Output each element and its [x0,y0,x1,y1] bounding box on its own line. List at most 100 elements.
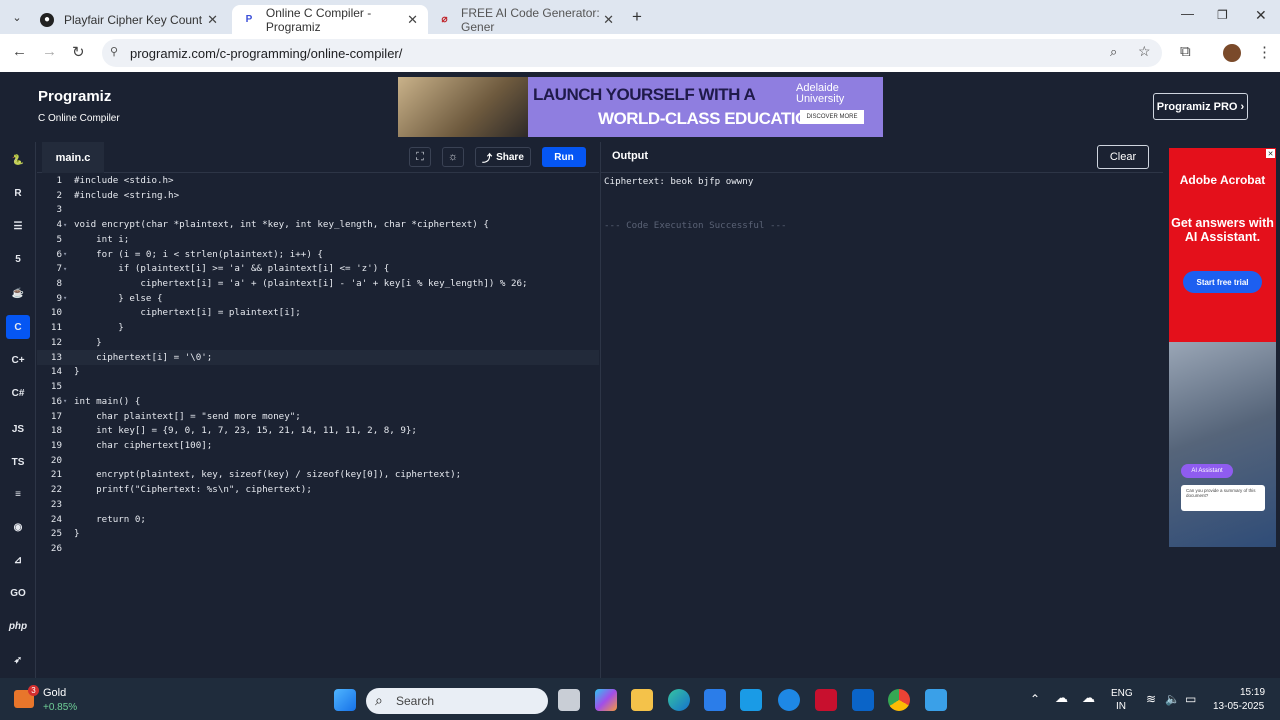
c-icon[interactable]: C [6,315,30,339]
code-line[interactable]: 5 int i; [37,232,599,247]
code-line[interactable]: 21 encrypt(plaintext, key, sizeof(key) /… [37,467,599,482]
kotlin-icon[interactable]: php [6,614,30,638]
close-tab-icon[interactable]: ✕ [603,12,614,28]
programiz-pro-button[interactable]: Programiz PRO › [1153,93,1248,120]
share-button[interactable]: ⤴ Share [475,147,531,167]
clock-date[interactable]: 13-05-2025 [1213,701,1264,712]
close-tab-icon[interactable]: ✕ [407,12,418,28]
task-view-icon[interactable] [558,689,580,711]
fold-arrow-icon[interactable]: ▾ [63,294,67,302]
wifi-icon[interactable]: ≋ [1146,692,1156,706]
go-icon[interactable]: ≡ [6,482,30,506]
fold-arrow-icon[interactable]: ▾ [63,265,67,273]
ad-banner[interactable]: LAUNCH YOURSELF WITH A WORLD-CLASS EDUCA… [398,77,883,137]
code-line[interactable]: 18 int key[] = {9, 0, 1, 7, 23, 15, 21, … [37,423,599,438]
cpp-icon[interactable]: C+ [6,348,30,372]
code-line[interactable]: 2 #include <string.h> [37,188,599,203]
ad-cta-button[interactable]: Start free trial [1183,271,1262,293]
back-icon[interactable]: ← [12,43,27,60]
windows-start-icon[interactable] [334,689,356,711]
code-line[interactable]: 12 } [37,335,599,350]
reload-icon[interactable]: ↻ [72,43,85,61]
outlook-icon[interactable] [852,689,874,711]
fold-arrow-icon[interactable]: ▾ [63,221,67,229]
clear-button[interactable]: Clear [1097,145,1149,169]
banner-cta-button[interactable]: DISCOVER MORE [800,110,864,124]
code-line[interactable]: 3 [37,202,599,217]
code-line[interactable]: 10 ciphertext[i] = plaintext[i]; [37,305,599,320]
ts-icon[interactable]: TS [6,450,30,474]
swift-icon[interactable]: ⊿ [6,548,30,572]
code-line[interactable]: 9 ▾ } else { [37,291,599,306]
edge-icon[interactable] [668,689,690,711]
theme-toggle-icon[interactable]: ☼ [442,147,464,167]
ad-close-icon[interactable]: ✕ [1266,149,1275,158]
code-line[interactable]: 25} [37,526,599,541]
code-line[interactable]: 15 [37,379,599,394]
close-window-icon[interactable]: ✕ [1255,7,1267,24]
restore-icon[interactable]: ❐ [1217,8,1228,22]
browser-tab-playfair[interactable]: ● Playfair Cipher Key Count ✕ [30,5,228,34]
swift2-icon[interactable]: ➶ [6,648,30,672]
language-code[interactable]: ENG [1111,688,1133,699]
code-line[interactable]: 16 ▾ int main() { [37,394,599,409]
code-line[interactable]: 4 ▾ void encrypt(char *plaintext, int *key… [37,217,599,232]
chrome-icon[interactable] [888,689,910,711]
address-bar[interactable]: ⚲ programiz.com/c-programming/online-com… [102,39,1162,67]
code-editor[interactable]: 1 #include <stdio.h> 2 #include <string.h> 3… [37,173,599,678]
volume-icon[interactable]: 🔈 [1165,692,1180,706]
store-icon[interactable] [704,689,726,711]
site-info-icon[interactable]: ⚲ [110,45,118,58]
code-line[interactable]: 26 [37,541,599,556]
code-line[interactable]: 7 ▾ if (plaintext[i] >= 'a' && plaintext[… [37,261,599,276]
js-icon[interactable]: JS [6,417,30,441]
r-icon[interactable]: R [6,181,30,205]
output-panel[interactable]: Ciphertext: beok bjfp owwny --- Code Exe… [600,173,1163,678]
copilot-icon[interactable] [595,689,617,711]
zoom-icon[interactable]: ⌕ [1110,44,1117,60]
programiz-logo[interactable]: Programiz [38,88,111,105]
python-icon[interactable]: 🐍 [6,148,30,172]
fullscreen-icon[interactable]: ⛶ [409,147,431,167]
code-line[interactable]: 22 printf("Ciphertext: %s\n", ciphertext… [37,482,599,497]
close-tab-icon[interactable]: ✕ [207,12,218,28]
code-line[interactable]: 6 ▾ for (i = 0; i < strlen(plaintext); i+… [37,247,599,262]
cloud-icon[interactable]: ☁ [1082,690,1095,706]
onedrive-icon[interactable]: ☁ [1055,690,1068,706]
language-region[interactable]: IN [1116,701,1126,712]
code-line[interactable]: 1 #include <stdio.h> [37,173,599,188]
php-icon[interactable]: ◉ [6,515,30,539]
tips-icon[interactable] [778,689,800,711]
mcafee-icon[interactable] [815,689,837,711]
rust-icon[interactable]: GO [6,581,30,605]
code-line[interactable]: 19 char ciphertext[100]; [37,438,599,453]
forward-icon[interactable]: → [42,43,57,60]
file-explorer-icon[interactable] [631,689,653,711]
menu-kebab-icon[interactable]: ⋮ [1257,43,1272,61]
tab-search-button[interactable]: ⌄ [8,8,26,26]
extensions-icon[interactable]: ⧉ [1180,43,1191,60]
battery-icon[interactable]: ▭ [1185,692,1196,706]
fold-arrow-icon[interactable]: ▾ [63,397,67,405]
browser-tab-programiz[interactable]: P Online C Compiler - Programiz ✕ [232,5,428,34]
clock-time[interactable]: 15:19 [1240,687,1265,698]
photos-icon[interactable] [925,689,947,711]
code-line[interactable]: 14} [37,364,599,379]
run-button[interactable]: Run [542,147,586,167]
csharp-icon[interactable]: C# [6,381,30,405]
code-line[interactable]: 23 [37,497,599,512]
code-line[interactable]: 8 ciphertext[i] = 'a' + (plaintext[i] - … [37,276,599,291]
browser-tab-ai-generator[interactable]: ⌀ FREE AI Code Generator: Gener ✕ [428,5,624,34]
code-line[interactable]: 13 ciphertext[i] = '\0'; [37,349,599,365]
fold-arrow-icon[interactable]: ▾ [63,250,67,258]
file-tab-main-c[interactable]: main.c [42,142,104,173]
code-line[interactable]: 11 } [37,320,599,335]
profile-avatar[interactable] [1223,44,1241,62]
taskbar-search[interactable]: ⌕ Search [366,688,548,714]
app-blue-icon[interactable] [740,689,762,711]
code-line[interactable]: 20 [37,453,599,468]
tray-chevron-icon[interactable]: ⌃ [1030,692,1040,706]
java-icon[interactable]: ☕ [6,281,30,305]
minimize-icon[interactable]: — [1181,6,1194,21]
code-line[interactable]: 17 char plaintext[] = "send more money"; [37,409,599,424]
